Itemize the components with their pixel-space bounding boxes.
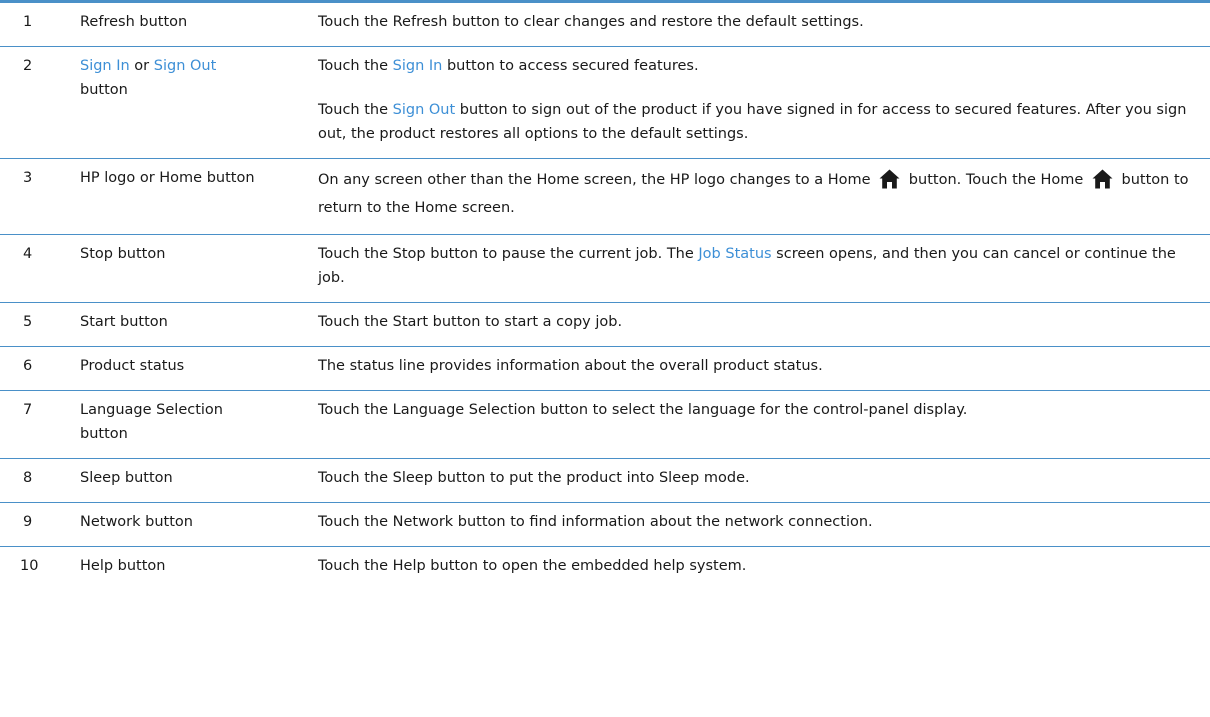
item-number: 10: [20, 558, 39, 574]
description-paragraph: Touch the Sign Out button to sign out of…: [318, 98, 1198, 146]
item-name-or: or: [129, 58, 154, 74]
item-number: 2: [0, 46, 62, 159]
item-name: Language Selection button: [62, 390, 316, 459]
text-span: Touch the: [318, 102, 393, 118]
item-description: Touch the Sleep button to put the produc…: [316, 458, 1210, 503]
table-row-5: 5 Start button Touch the Start button to…: [0, 302, 1210, 347]
item-description: On any screen other than the Home screen…: [316, 158, 1210, 235]
item-description: Touch the Help button to open the embedd…: [318, 558, 747, 574]
item-description: Touch the Network button to find informa…: [316, 502, 1210, 547]
table-row-7: 7 Language Selection button Touch the La…: [0, 390, 1210, 459]
item-number: 9: [0, 502, 62, 547]
item-name: Sleep button: [62, 458, 316, 503]
item-description: The status line provides information abo…: [316, 346, 1210, 391]
item-number: 5: [0, 302, 62, 347]
item-name: Stop button: [62, 234, 316, 303]
home-icon: [879, 169, 900, 189]
sign-out-link[interactable]: Sign Out: [393, 102, 456, 118]
item-description: Touch the Language Selection button to s…: [316, 390, 1210, 459]
item-name: Sign In or Sign Out button: [62, 46, 316, 159]
item-name: Network button: [62, 502, 316, 547]
table-row-3: 3 HP logo or Home button On any screen o…: [0, 158, 1210, 235]
text-span: On any screen other than the Home screen…: [318, 172, 876, 188]
table-row-2: 2 Sign In or Sign Out button Touch the S…: [0, 46, 1210, 159]
table-row-8: 8 Sleep button Touch the Sleep button to…: [0, 458, 1210, 503]
item-name-suffix: button: [80, 82, 128, 98]
table-row-6: 6 Product status The status line provide…: [0, 346, 1210, 391]
item-name: Start button: [62, 302, 316, 347]
description-paragraph: Touch the Sign In button to access secur…: [318, 54, 1198, 78]
sign-in-link[interactable]: Sign In: [393, 58, 443, 74]
sign-out-link[interactable]: Sign Out: [154, 58, 217, 74]
control-panel-items-table: 1 Refresh button Touch the Refresh butto…: [0, 3, 1210, 578]
sign-in-link[interactable]: Sign In: [80, 58, 130, 74]
item-number: 1: [0, 3, 62, 47]
table-row-10: 10 Help button Touch the Help button to …: [0, 547, 1210, 579]
item-name: HP logo or Home button: [62, 158, 316, 235]
item-name: Refresh button: [62, 3, 316, 47]
text-span: button to access secured features.: [442, 58, 699, 74]
item-number: 8: [0, 458, 62, 503]
item-description: Touch the Sign In button to access secur…: [316, 46, 1210, 159]
text-span: Touch the: [318, 58, 393, 74]
item-description: Touch the Stop button to pause the curre…: [316, 234, 1210, 303]
item-number: 7: [0, 390, 62, 459]
control-panel-items-page: 1 Refresh button Touch the Refresh butto…: [0, 0, 1210, 717]
item-description: Touch the Refresh button to clear change…: [316, 3, 1210, 47]
item-number: 3: [0, 158, 62, 235]
item-name: Help button: [80, 558, 166, 574]
item-number: 4: [0, 234, 62, 303]
table-row-1: 1 Refresh button Touch the Refresh butto…: [0, 3, 1210, 47]
table-row-4: 4 Stop button Touch the Stop button to p…: [0, 234, 1210, 303]
table-row-9: 9 Network button Touch the Network butto…: [0, 502, 1210, 547]
item-name: Product status: [62, 346, 316, 391]
job-status-link[interactable]: Job Status: [698, 246, 771, 262]
text-span: Touch the Stop button to pause the curre…: [318, 246, 699, 262]
item-description: Touch the Start button to start a copy j…: [316, 302, 1210, 347]
home-icon: [1092, 169, 1113, 189]
item-name-text: Language Selection button: [80, 402, 223, 442]
text-span: button. Touch the Home: [904, 172, 1088, 188]
item-number: 6: [0, 346, 62, 391]
